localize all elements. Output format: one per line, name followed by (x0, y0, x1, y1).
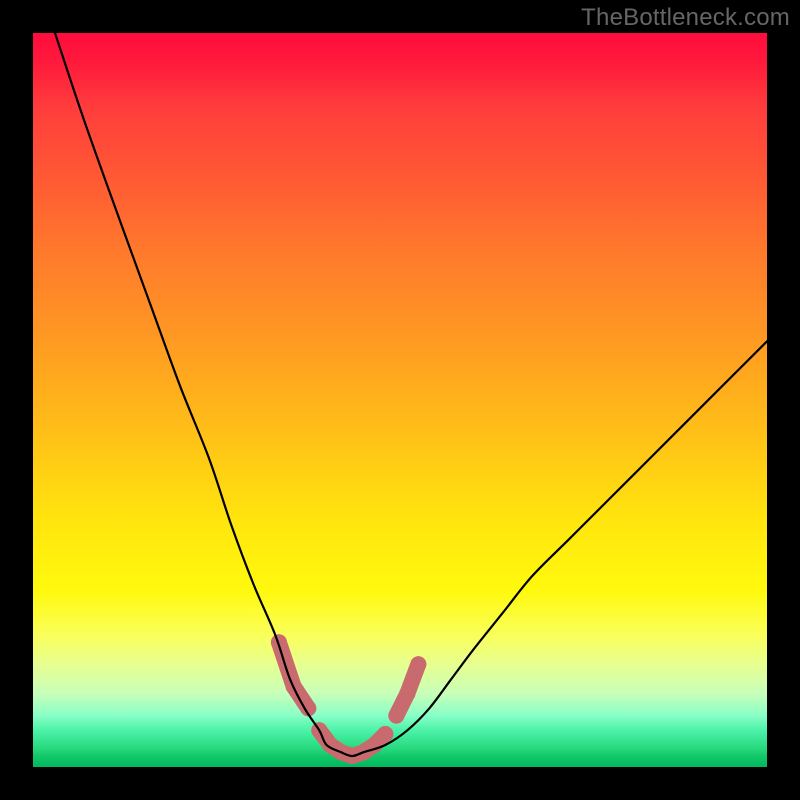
bottleneck-curve (55, 33, 767, 756)
highlight-segment (407, 664, 418, 693)
curve-layer (33, 33, 767, 767)
highlight-segment (374, 734, 385, 745)
chart-frame: TheBottleneck.com (0, 0, 800, 800)
plot-area (33, 33, 767, 767)
highlight-markers (271, 634, 426, 764)
watermark-text: TheBottleneck.com (581, 4, 790, 32)
